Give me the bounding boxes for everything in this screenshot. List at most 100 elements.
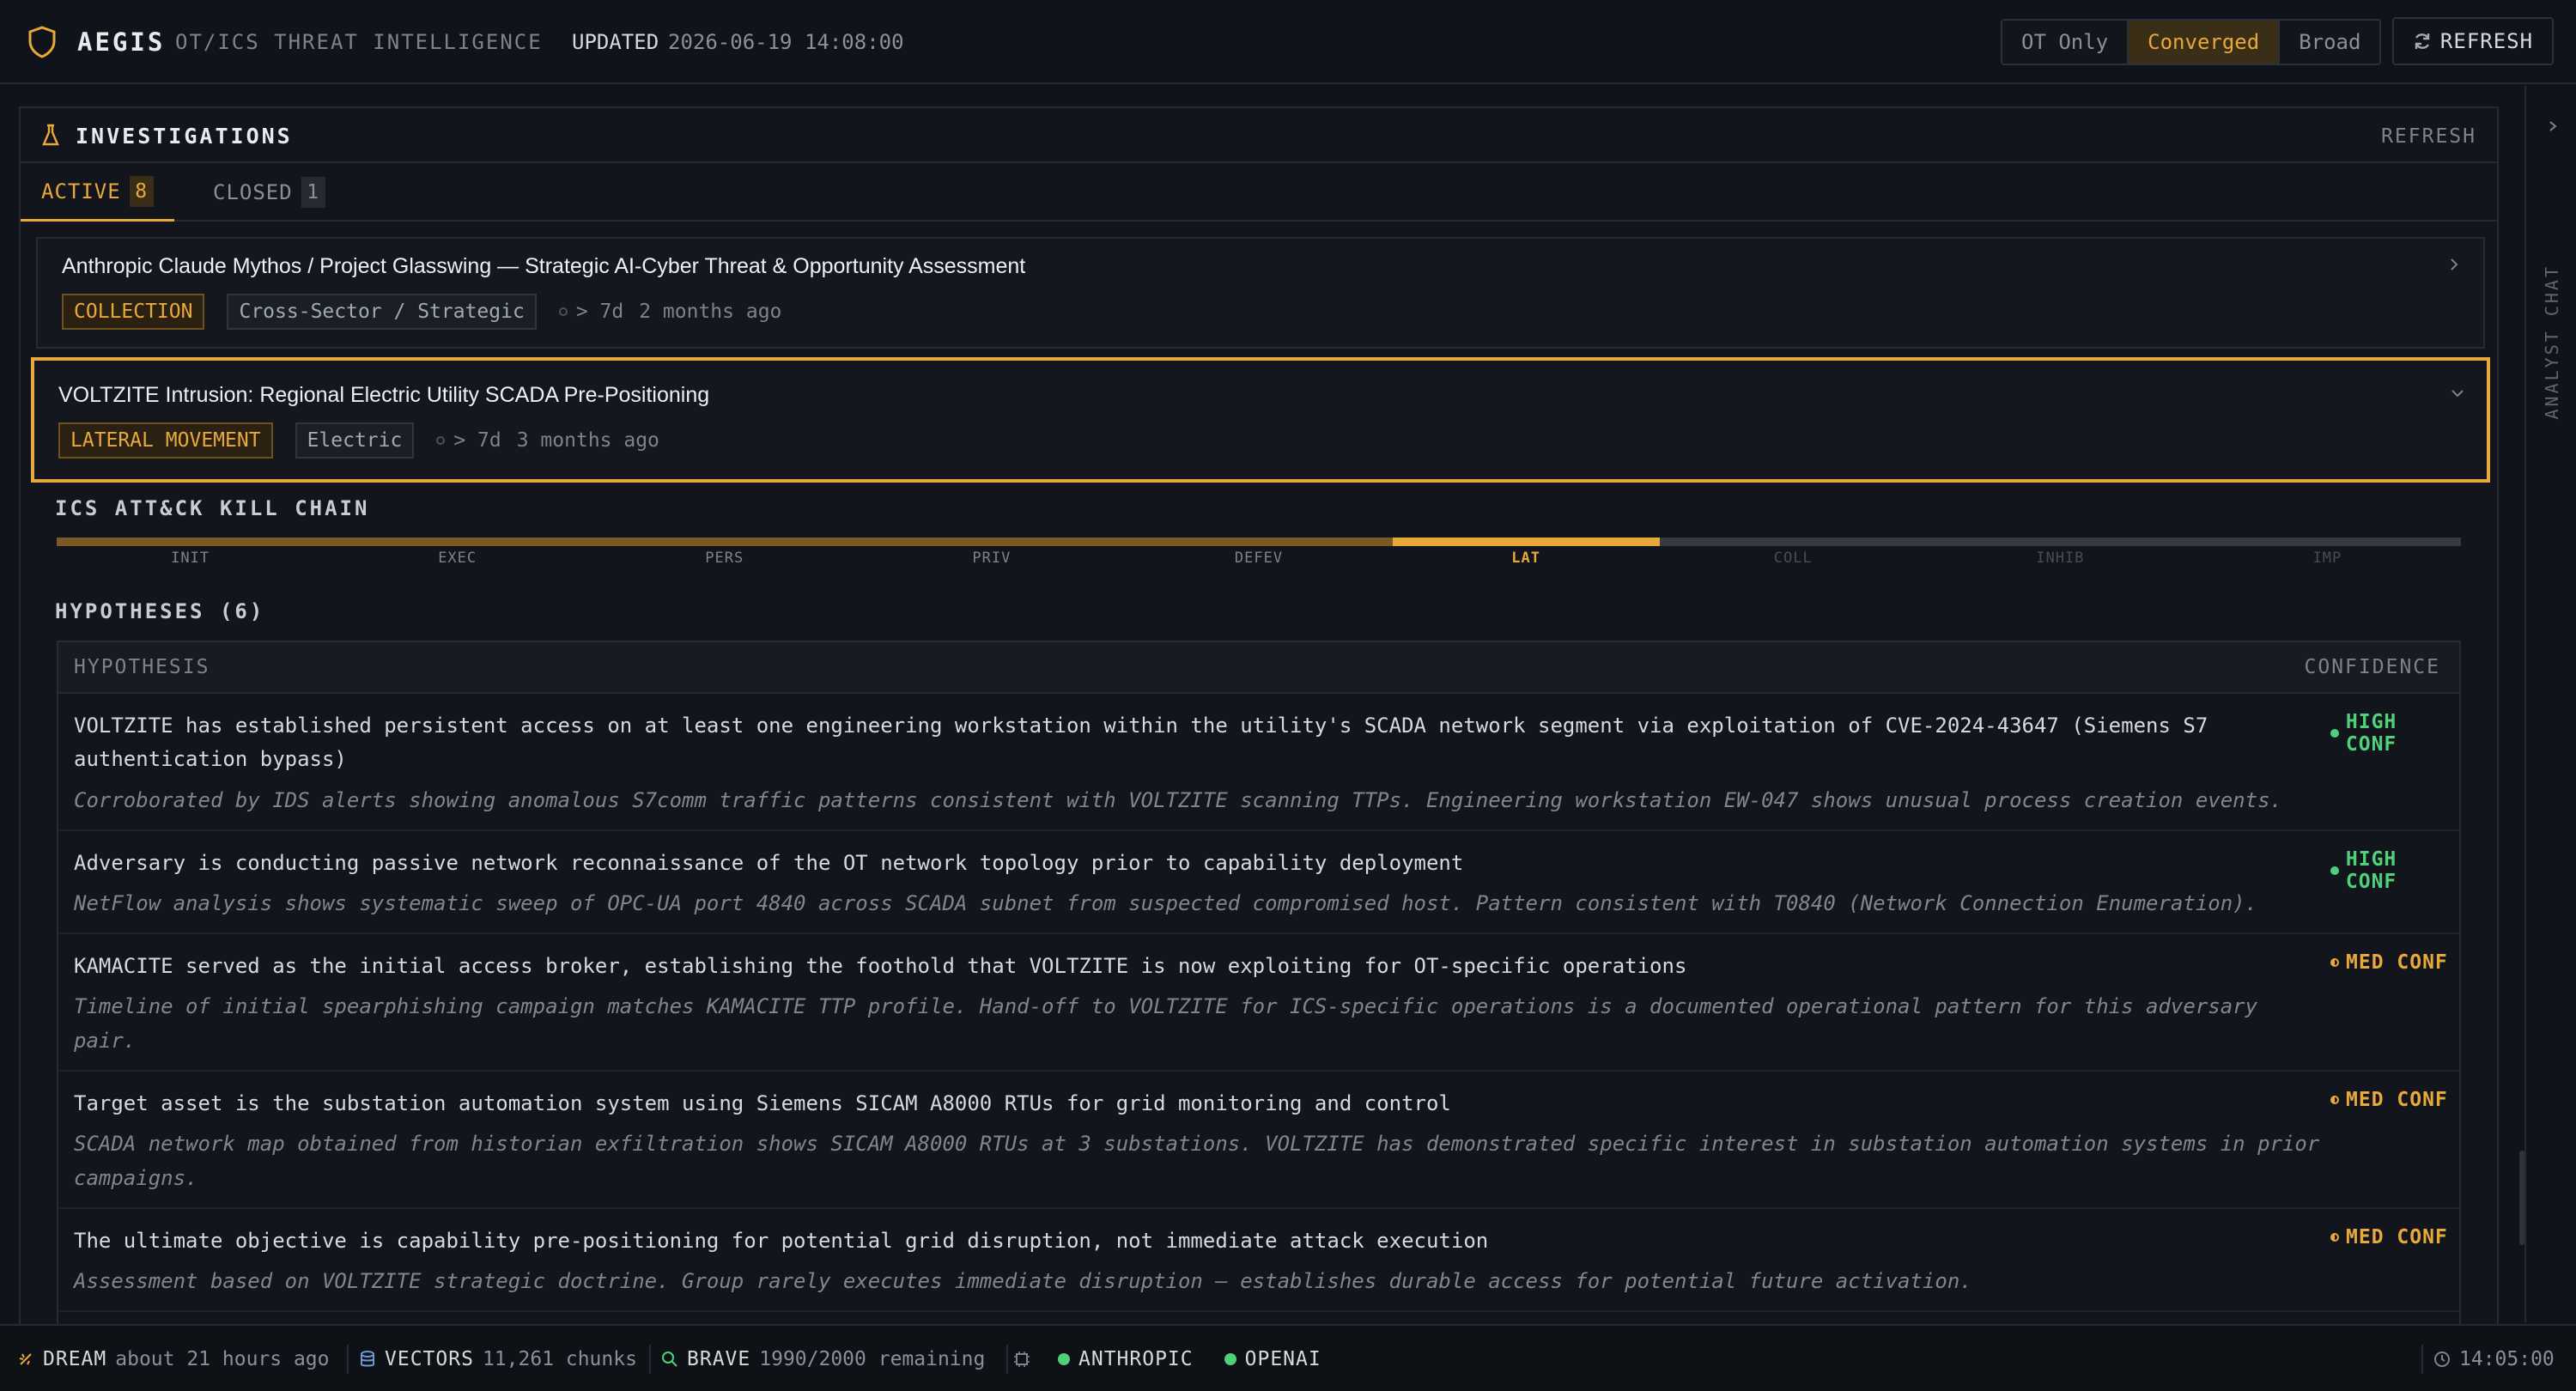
kill-chain-stage-exec — [324, 538, 592, 546]
confidence-label: MED CONF — [2346, 951, 2448, 974]
anthropic-status-dot — [1058, 1353, 1070, 1365]
kill-chain-stage-lat — [1392, 538, 1660, 546]
investigation-tags: LATERAL MOVEMENT Electric > 7d 3 months … — [58, 422, 659, 459]
panel-refresh-button[interactable]: REFRESH — [2381, 125, 2476, 148]
kill-chain-label-priv: PRIV — [972, 550, 1012, 567]
provider-anthropic: ANTHROPIC — [1078, 1348, 1194, 1370]
scope-ot-only-button[interactable]: OT Only — [2002, 21, 2129, 64]
confidence-badge: HIGH CONF — [2330, 711, 2459, 756]
provider-openai: OPENAI — [1244, 1348, 1321, 1370]
kill-chain-label-lat: LAT — [1511, 550, 1540, 567]
kill-chain-label-coll: COLL — [1773, 550, 1813, 567]
kill-chain-stage-pers — [591, 538, 859, 546]
kill-chain-label-imp: IMP — [2312, 550, 2342, 567]
hypothesis-text: The ultimate objective is capability pre… — [74, 1229, 1489, 1253]
investigation-card[interactable]: Anthropic Claude Mythos / Project Glassw… — [36, 237, 2485, 349]
scope-toggle: OT Only Converged Broad — [2001, 19, 2382, 65]
confidence-label: MED CONF — [2346, 1226, 2448, 1248]
age-indicator-icon — [558, 307, 568, 316]
app-name: AEGIS — [77, 27, 166, 57]
app-subtitle: OT/ICS THREAT INTELLIGENCE — [175, 30, 543, 54]
tab-closed[interactable]: CLOSED 1 — [192, 163, 346, 222]
shield-icon — [28, 26, 56, 58]
tab-active-label: ACTIVE — [41, 179, 121, 203]
updated-timestamp: 2026-06-19 14:08:00 — [668, 30, 904, 54]
confidence-badge: MED CONF — [2330, 1089, 2448, 1111]
status-divider — [649, 1345, 651, 1374]
confidence-dot-icon — [2330, 729, 2339, 738]
column-hypothesis: HYPOTHESIS — [74, 656, 210, 678]
hypothesis-row[interactable]: VOLTZITE has established persistent acce… — [58, 694, 2459, 831]
hypothesis-text: Target asset is the substation automatio… — [74, 1091, 1451, 1115]
clock-value: 14:05:00 — [2459, 1348, 2555, 1370]
panel-title: INVESTIGATIONS — [76, 124, 293, 149]
investigation-card-selected[interactable]: VOLTZITE Intrusion: Regional Electric Ut… — [31, 357, 2490, 483]
hypotheses-table-header: HYPOTHESIS CONFIDENCE — [58, 642, 2459, 694]
confidence-dot-icon — [2330, 866, 2339, 875]
confidence-label: HIGH CONF — [2345, 711, 2397, 756]
tab-active[interactable]: ACTIVE 8 — [21, 163, 174, 222]
confidence-badge: MED CONF — [2330, 1226, 2448, 1248]
confidence-badge: MED CONF — [2330, 951, 2448, 974]
search-icon — [662, 1352, 677, 1367]
hypothesis-evidence: Assessment based on VOLTZITE strategic d… — [74, 1269, 1972, 1293]
kill-chain-label-pers: PERS — [705, 550, 744, 567]
hypothesis-text: KAMACITE served as the initial access br… — [74, 954, 1687, 978]
top-bar: AEGIS OT/ICS THREAT INTELLIGENCE UPDATED… — [0, 0, 2576, 84]
kill-chain-labels: INIT EXEC PERS PRIV DEFEV LAT COLL INHIB IMP — [57, 550, 2461, 570]
chevron-down-icon[interactable] — [2451, 386, 2464, 400]
status-brave: BRAVE 1990/2000 remaining — [661, 1348, 985, 1370]
chip-icon — [1014, 1352, 1030, 1367]
refresh-icon — [2415, 33, 2430, 49]
chevron-right-icon[interactable] — [2547, 120, 2559, 132]
dream-icon — [19, 1353, 32, 1365]
hypothesis-row[interactable]: Target asset is the substation automatio… — [58, 1072, 2459, 1209]
openai-status-dot — [1224, 1353, 1236, 1365]
confidence-label: HIGH CONF — [2345, 848, 2397, 893]
kill-chain-label-defev: DEFEV — [1234, 550, 1284, 567]
hypothesis-text: VOLTZITE has established persistent acce… — [74, 714, 2208, 771]
hypothesis-evidence: NetFlow analysis shows systematic sweep … — [74, 891, 2258, 915]
hypothesis-row[interactable]: KAMACITE served as the initial access br… — [58, 934, 2459, 1072]
hypothesis-evidence: Timeline of initial spearphishing campai… — [74, 994, 2258, 1053]
kill-chain-stage-priv — [858, 538, 1126, 546]
chevron-right-icon[interactable] — [2447, 258, 2461, 271]
investigation-title: VOLTZITE Intrusion: Regional Electric Ut… — [58, 383, 710, 407]
kill-chain-stage-coll — [1659, 538, 1927, 546]
hypothesis-evidence: Corroborated by IDS alerts showing anoma… — [74, 788, 2282, 812]
investigation-age: > 7d — [453, 429, 501, 452]
database-icon — [361, 1351, 374, 1367]
investigation-meta: > 7d 3 months ago — [436, 429, 659, 452]
tab-active-count: 8 — [129, 175, 154, 207]
status-divider — [347, 1345, 349, 1374]
hypothesis-row[interactable]: Adversary is conducting passive network … — [58, 831, 2459, 934]
brave-label: BRAVE — [687, 1348, 751, 1370]
updated-label: UPDATED — [572, 30, 659, 54]
scope-converged-button[interactable]: Converged — [2129, 21, 2281, 64]
tab-closed-count: 1 — [301, 177, 325, 208]
confidence-badge: HIGH CONF — [2330, 848, 2459, 893]
hypothesis-evidence: SCADA network map obtained from historia… — [74, 1132, 2320, 1190]
stage-badge: COLLECTION — [62, 294, 205, 330]
analyst-chat-rail[interactable]: ANALYST CHAT — [2524, 86, 2576, 1322]
investigation-updated: 2 months ago — [639, 301, 782, 323]
refresh-button[interactable]: REFRESH — [2392, 17, 2554, 65]
vectors-value: 11,261 chunks — [482, 1348, 637, 1370]
dream-value: about 21 hours ago — [115, 1348, 330, 1370]
sector-badge: Electric — [295, 422, 415, 459]
kill-chain-bar — [57, 538, 2461, 546]
stage-badge: LATERAL MOVEMENT — [58, 422, 273, 459]
panel-header: INVESTIGATIONS REFRESH — [21, 108, 2497, 163]
flask-icon — [42, 124, 59, 146]
status-dream: DREAM about 21 hours ago — [17, 1348, 330, 1370]
kill-chain-label-exec: EXEC — [438, 550, 477, 567]
tab-closed-label: CLOSED — [213, 180, 293, 204]
hypothesis-row[interactable]: The ultimate objective is capability pre… — [58, 1209, 2459, 1312]
scope-broad-button[interactable]: Broad — [2280, 21, 2380, 64]
analyst-chat-label: ANALYST CHAT — [2542, 264, 2562, 420]
status-vectors: VECTORS 11,261 chunks — [359, 1348, 637, 1370]
kill-chain-label-inhib: INHIB — [2036, 550, 2085, 567]
investigation-meta: > 7d 2 months ago — [558, 301, 782, 323]
kill-chain-title: ICS ATT&CK KILL CHAIN — [55, 496, 370, 520]
status-providers: ANTHROPIC OPENAI — [1013, 1348, 1321, 1370]
